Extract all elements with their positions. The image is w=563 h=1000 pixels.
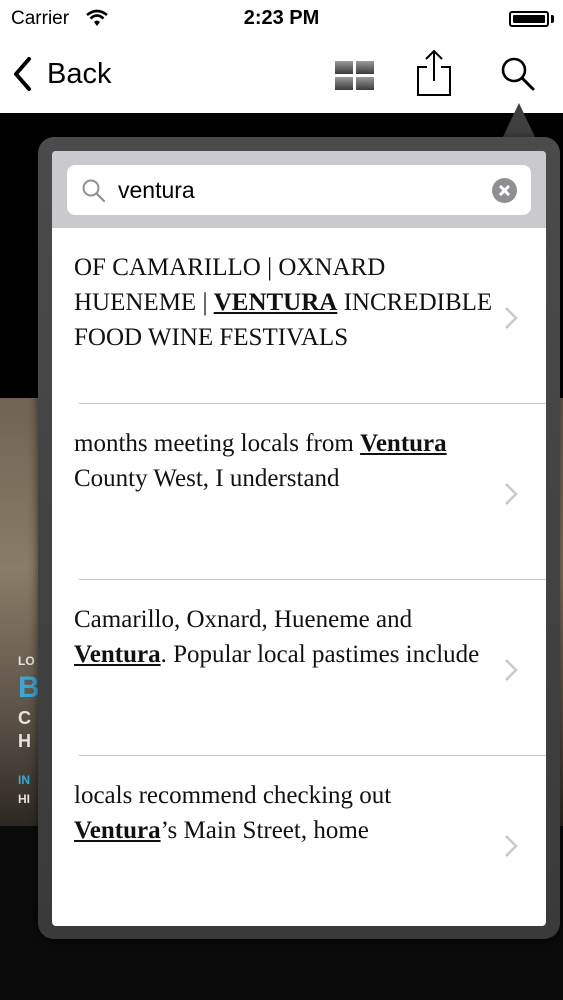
chevron-right-icon xyxy=(505,659,518,681)
cover-text: H xyxy=(18,731,31,751)
snippet-text: . Popular local pastimes include xyxy=(160,641,480,668)
cover-text: B xyxy=(18,671,40,704)
cover-text: IN xyxy=(18,773,30,787)
search-result-row[interactable]: locals recommend checking out Ventura’s … xyxy=(52,756,546,926)
search-icon[interactable] xyxy=(500,56,536,92)
snippet-text: months meeting locals from xyxy=(74,430,361,457)
share-icon[interactable] xyxy=(415,49,453,97)
chevron-left-icon xyxy=(14,57,31,91)
search-input[interactable]: ventura xyxy=(67,165,531,215)
chevron-right-icon xyxy=(505,307,518,329)
back-label: Back xyxy=(47,57,112,90)
battery-icon xyxy=(509,11,549,27)
highlighted-match: Ventura xyxy=(360,430,447,457)
chevron-right-icon xyxy=(505,483,518,505)
search-result-snippet: OF CAMARILLO | OXNARD HUENEME | VENTURA … xyxy=(74,250,494,355)
snippet-text: locals recommend checking out xyxy=(74,782,392,809)
search-result-snippet: Camarillo, Oxnard, Hueneme and Ventura. … xyxy=(74,602,494,672)
search-result-row[interactable]: Camarillo, Oxnard, Hueneme and Ventura. … xyxy=(52,580,546,756)
highlighted-match: Ventura xyxy=(74,817,161,844)
cover-text: LO xyxy=(18,654,35,668)
search-result-snippet: locals recommend checking out Ventura’s … xyxy=(74,778,494,848)
back-button[interactable]: Back xyxy=(12,52,111,96)
status-bar: Carrier 2:23 PM xyxy=(0,0,563,38)
search-result-snippet: months meeting locals from Ventura Count… xyxy=(74,426,494,496)
grid-icon[interactable] xyxy=(335,61,375,91)
search-popover: ventura OF CAMARILLO | OXNARD HUENEME | … xyxy=(38,137,560,939)
chevron-right-icon xyxy=(505,835,518,857)
highlighted-match: Ventura xyxy=(74,641,161,668)
snippet-text: Camarillo, Oxnard, Hueneme and xyxy=(74,606,413,633)
popover-content: ventura OF CAMARILLO | OXNARD HUENEME | … xyxy=(52,151,546,926)
highlighted-match: VENTURA xyxy=(213,289,338,316)
magnifier-icon xyxy=(82,179,106,203)
search-result-row[interactable]: OF CAMARILLO | OXNARD HUENEME | VENTURA … xyxy=(52,228,546,404)
snippet-text: ’s Main Street, home xyxy=(160,817,369,844)
search-result-row[interactable]: months meeting locals from Ventura Count… xyxy=(52,404,546,580)
navigation-bar: Carrier 2:23 PM Back xyxy=(0,0,563,113)
cover-text: HI xyxy=(18,792,30,806)
search-query-text: ventura xyxy=(118,177,195,203)
battery-tip xyxy=(551,15,554,23)
popover-arrow xyxy=(502,103,536,139)
search-results-list: OF CAMARILLO | OXNARD HUENEME | VENTURA … xyxy=(52,228,546,926)
snippet-text: County West, I understand xyxy=(74,465,340,492)
clock: 2:23 PM xyxy=(243,7,320,29)
cover-text: C xyxy=(18,708,31,728)
clear-search-button[interactable] xyxy=(492,178,517,203)
search-bar: ventura xyxy=(52,151,546,228)
